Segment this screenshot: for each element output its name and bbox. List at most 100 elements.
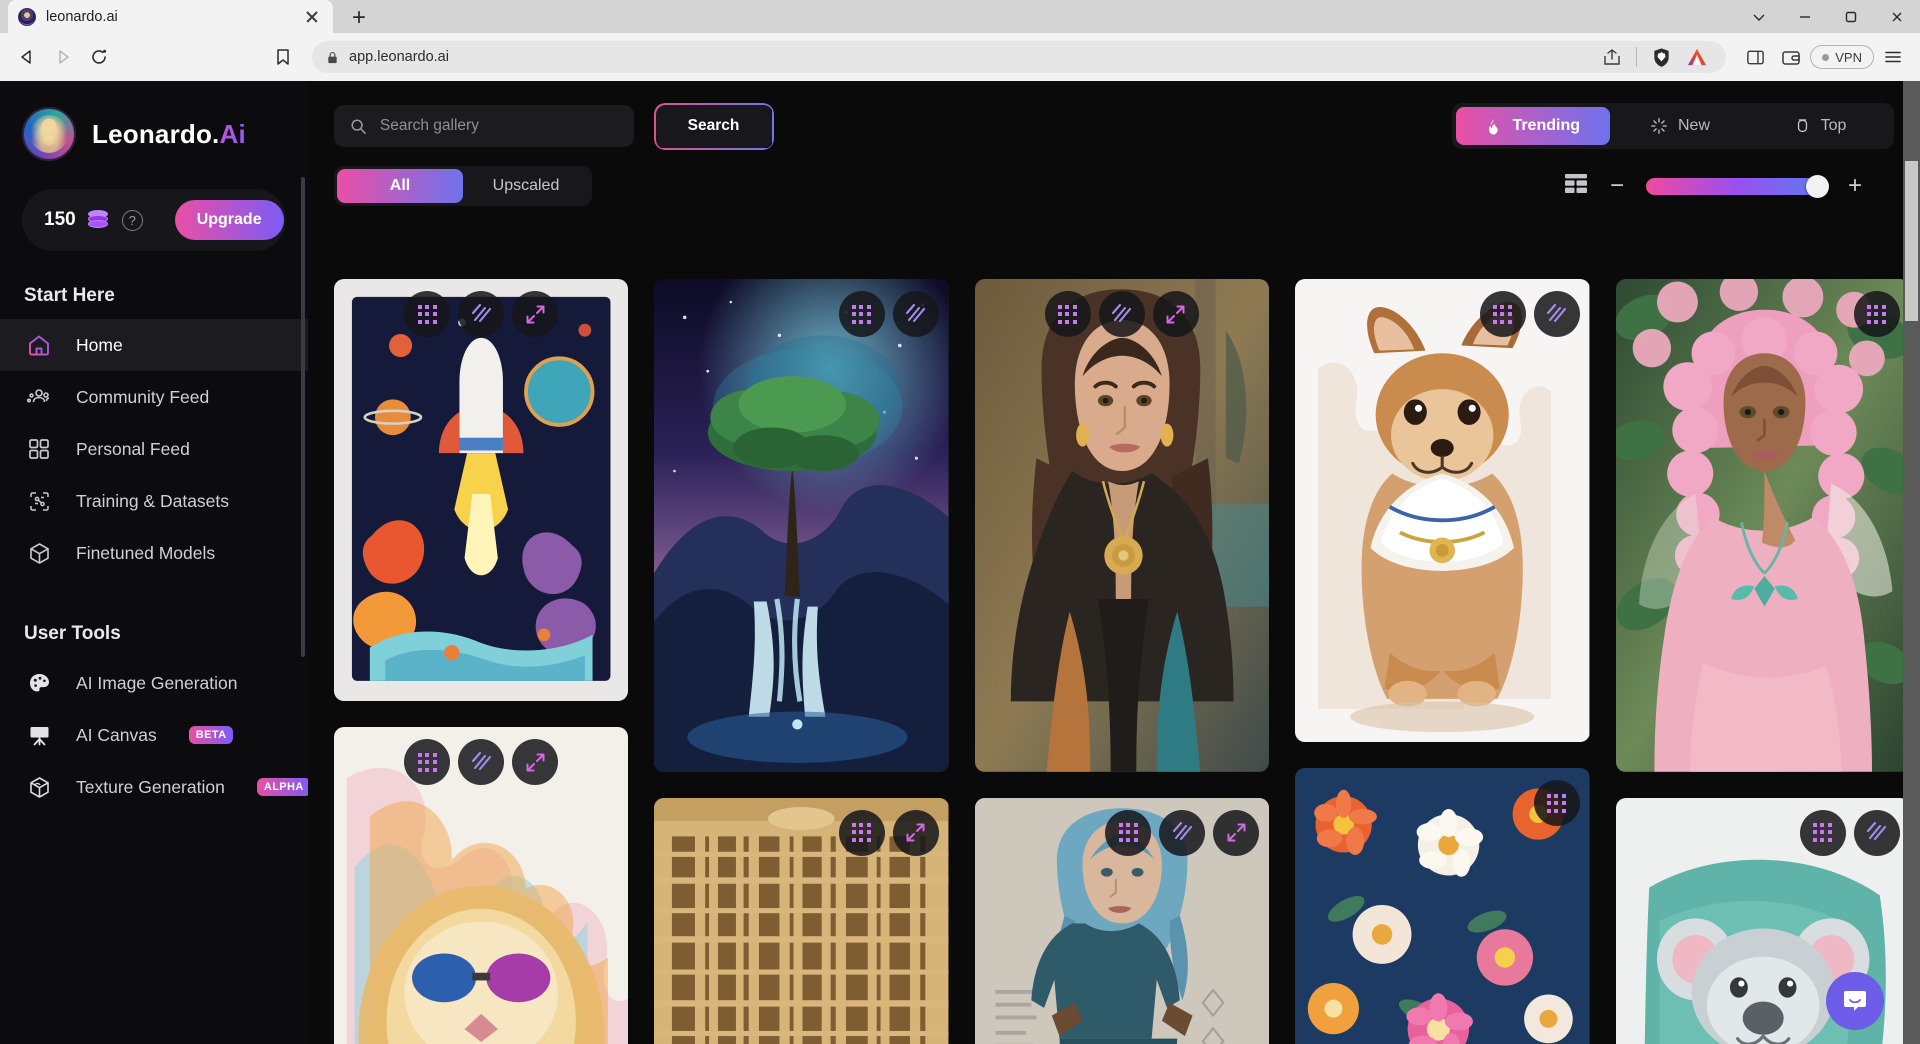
page-scrollbar[interactable] — [1903, 81, 1920, 1044]
sidebar-item-training-datasets[interactable]: Training & Datasets — [0, 475, 308, 527]
upscale-icon[interactable] — [404, 291, 451, 337]
upscale-icon[interactable] — [1479, 291, 1526, 337]
search-field-wrapper[interactable] — [334, 105, 634, 147]
variations-icon[interactable] — [458, 739, 505, 786]
upscale-icon[interactable] — [838, 809, 885, 856]
sort-tab-group: Trending New Top — [1452, 103, 1894, 149]
hamburger-menu-icon[interactable] — [1876, 40, 1910, 74]
sidebar-scrollbar[interactable] — [301, 177, 305, 657]
upscale-icon[interactable] — [1533, 780, 1580, 827]
expand-icon[interactable] — [1213, 809, 1260, 856]
reload-icon[interactable] — [82, 40, 116, 74]
zoom-in-button[interactable]: + — [1848, 174, 1862, 198]
brand-name: Leonardo.Ai — [92, 119, 246, 150]
search-button[interactable]: Search — [655, 104, 772, 148]
minimize-icon[interactable] — [1782, 0, 1828, 33]
grid-squares-icon — [24, 434, 54, 464]
brave-shield-icon[interactable] — [1651, 47, 1672, 68]
people-group-icon — [24, 382, 54, 412]
card-action-overlay — [1616, 809, 1910, 856]
sidebar-item-home[interactable]: Home — [0, 319, 308, 371]
tab-all[interactable]: All — [337, 169, 463, 203]
upgrade-button[interactable]: Upgrade — [174, 200, 284, 240]
leonardo-avatar-icon — [18, 7, 36, 26]
url-bar[interactable]: app.leonardo.ai — [312, 41, 1727, 73]
palette-icon — [24, 668, 54, 698]
vpn-button[interactable]: VPN — [1810, 45, 1874, 69]
window-close-icon[interactable] — [1874, 0, 1920, 33]
upscale-icon[interactable] — [838, 291, 885, 337]
expand-icon[interactable] — [892, 809, 939, 856]
browser-navigation-bar: app.leonardo.ai VPN — [0, 33, 1920, 81]
zoom-slider[interactable] — [1645, 174, 1829, 198]
browser-tab[interactable]: leonardo.ai — [8, 0, 333, 33]
card-action-overlay — [975, 291, 1269, 337]
tab-top[interactable]: Top — [1750, 107, 1890, 145]
wallet-icon[interactable] — [1774, 40, 1808, 74]
gallery-grid — [334, 279, 1910, 1044]
sidebar-item-label: Personal Feed — [76, 438, 190, 459]
zoom-slider-thumb[interactable] — [1805, 174, 1829, 198]
variations-icon[interactable] — [1159, 809, 1206, 856]
gallery-card[interactable] — [974, 279, 1270, 772]
maximize-icon[interactable] — [1828, 0, 1874, 33]
filter-tab-group: All Upscaled — [334, 166, 592, 206]
search-input[interactable] — [379, 117, 618, 135]
upscale-icon[interactable] — [1853, 291, 1900, 337]
sidebar-item-ai-image-generation[interactable]: AI Image Generation — [0, 657, 308, 709]
gallery-card[interactable] — [1295, 768, 1590, 1044]
variations-icon[interactable] — [458, 291, 505, 337]
chevron-down-icon[interactable] — [1736, 0, 1782, 33]
expand-icon[interactable] — [1152, 291, 1199, 337]
sidebar-section-title-start-here: Start Here — [24, 285, 115, 306]
card-action-overlay — [654, 291, 948, 337]
sidebar-item-community-feed[interactable]: Community Feed — [0, 371, 308, 423]
upscale-icon[interactable] — [1799, 809, 1846, 856]
sidebar-panel-icon[interactable] — [1738, 40, 1772, 74]
upscale-icon[interactable] — [1105, 809, 1152, 856]
tab-trending[interactable]: Trending — [1456, 107, 1610, 145]
gallery-card[interactable] — [334, 279, 629, 702]
texture-cube-icon — [24, 772, 54, 802]
zoom-out-button[interactable]: − — [1610, 174, 1624, 198]
share-icon[interactable] — [1602, 47, 1622, 67]
question-mark-icon[interactable]: ? — [121, 209, 143, 231]
gallery-card[interactable] — [334, 727, 629, 1044]
gallery-card[interactable] — [654, 279, 949, 772]
forward-arrow-icon[interactable] — [46, 40, 80, 74]
expand-icon[interactable] — [512, 291, 559, 337]
tab-upscaled[interactable]: Upscaled — [463, 169, 589, 203]
close-icon[interactable] — [301, 6, 323, 28]
back-arrow-icon[interactable] — [10, 40, 44, 74]
sidebar-item-texture-generation[interactable]: Texture Generation ALPHA — [0, 761, 308, 813]
new-tab-button[interactable]: + — [337, 3, 381, 33]
brave-rewards-icon[interactable] — [1686, 47, 1708, 67]
variations-icon[interactable] — [892, 291, 939, 337]
gallery-card[interactable] — [974, 797, 1270, 1044]
gallery-card[interactable] — [1295, 279, 1590, 743]
brand-logo-block[interactable]: Leonardo.Ai — [0, 99, 308, 161]
tab-new[interactable]: New — [1610, 107, 1750, 145]
card-action-overlay — [654, 809, 948, 856]
gallery-image — [974, 279, 1270, 772]
variations-icon[interactable] — [1853, 809, 1900, 856]
grid-layout-icon[interactable] — [1564, 173, 1588, 199]
upscale-icon[interactable] — [404, 739, 451, 786]
toolbar-row-search: Search Trending New — [334, 103, 1894, 149]
gallery-card[interactable] — [654, 797, 949, 1044]
sidebar-item-finetuned-models[interactable]: Finetuned Models — [0, 527, 308, 579]
sidebar-item-ai-canvas[interactable]: AI Canvas BETA — [0, 709, 308, 761]
bookmark-icon[interactable] — [266, 40, 300, 74]
sidebar-item-personal-feed[interactable]: Personal Feed — [0, 423, 308, 475]
expand-icon[interactable] — [512, 739, 559, 786]
gallery-card[interactable] — [1615, 279, 1910, 772]
leonardo-logo-icon — [22, 107, 76, 161]
variations-icon[interactable] — [1533, 291, 1580, 337]
variations-icon[interactable] — [1098, 291, 1145, 337]
upscale-icon[interactable] — [1044, 291, 1091, 337]
token-coins-icon — [87, 210, 110, 230]
card-action-overlay — [334, 739, 628, 786]
page-scrollbar-thumb[interactable] — [1905, 161, 1918, 321]
intercom-chat-button[interactable] — [1826, 972, 1884, 1030]
sidebar-item-label: AI Image Generation — [76, 672, 238, 693]
